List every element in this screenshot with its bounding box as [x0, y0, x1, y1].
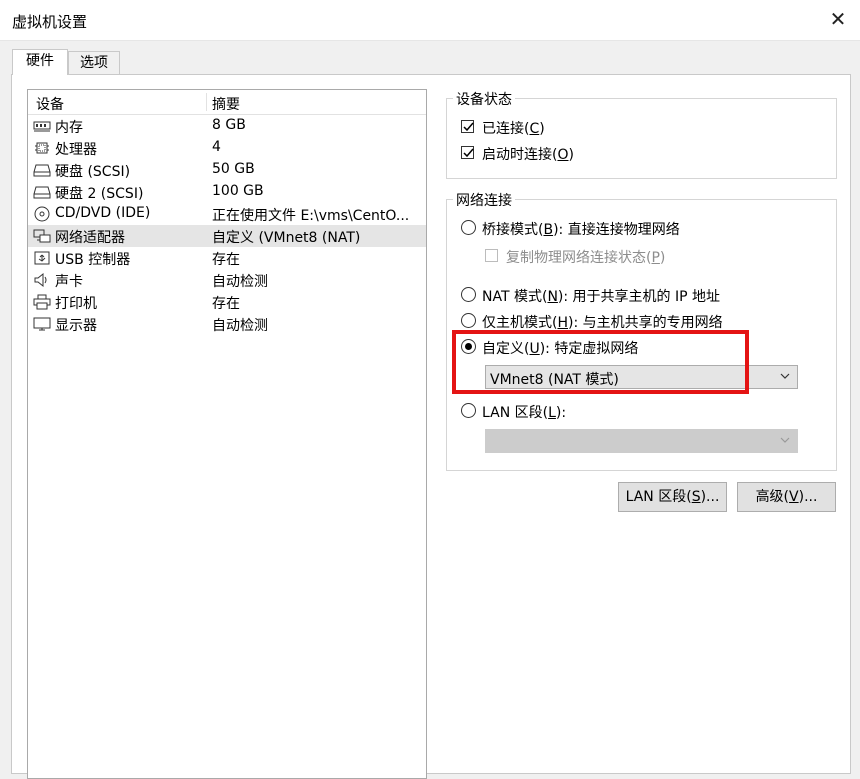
device-name: 处理器 [55, 142, 97, 158]
column-header-summary[interactable]: 摘要 [212, 94, 240, 114]
checkbox-box[interactable] [485, 249, 498, 262]
checkmark-icon [463, 148, 474, 158]
device-name: 显示器 [55, 318, 97, 334]
title-bar: 虚拟机设置 ✕ [0, 0, 860, 41]
checkmark-icon [463, 122, 474, 132]
device-summary: 自动检测 [212, 274, 268, 290]
device-summary: 50 GB [212, 161, 255, 177]
cd-dvd-icon [34, 206, 50, 222]
device-list[interactable]: 设备 摘要 内存 8 GB 处理器 4 硬盘 (SCSI) 50 GB 硬盘 2… [27, 89, 427, 779]
device-row-display[interactable]: 显示器 自动检测 [28, 313, 426, 335]
device-name: 内存 [55, 120, 83, 136]
device-summary: 100 GB [212, 183, 264, 199]
device-name: USB 控制器 [55, 252, 131, 268]
device-summary: 正在使用文件 E:\vms\CentO... [212, 208, 410, 224]
radio-label: LAN 区段(L): [482, 405, 567, 421]
device-status-group: 设备状态 已连接(C) 启动时连接(O) [446, 89, 837, 179]
device-name: 打印机 [55, 296, 97, 312]
lan-segments-button[interactable]: LAN 区段(S)... [618, 482, 727, 512]
device-summary: 8 GB [212, 117, 246, 133]
advanced-button[interactable]: 高级(V)... [737, 482, 836, 512]
column-header-device[interactable]: 设备 [36, 94, 64, 114]
device-name: 声卡 [55, 274, 83, 290]
memory-icon [33, 121, 51, 132]
device-row-network-adapter[interactable]: 网络适配器 自定义 (VMnet8 (NAT) [28, 225, 426, 247]
device-row-printer[interactable]: 打印机 存在 [28, 291, 426, 313]
device-row-sound[interactable]: 声卡 自动检测 [28, 269, 426, 291]
column-separator[interactable] [206, 93, 207, 111]
device-name: 硬盘 2 (SCSI) [55, 186, 144, 202]
device-row-cd-dvd[interactable]: CD/DVD (IDE) 正在使用文件 E:\vms\CentO... [28, 203, 426, 225]
speaker-icon [34, 272, 47, 288]
device-name: CD/DVD (IDE) [55, 205, 151, 221]
harddisk-icon [33, 164, 51, 177]
device-row-harddisk-2[interactable]: 硬盘 2 (SCSI) 100 GB [28, 181, 426, 203]
chevron-down-icon [780, 437, 790, 443]
radio-label: 桥接模式(B): 直接连接物理网络 [482, 222, 680, 238]
checkbox-box[interactable] [461, 120, 474, 133]
radio-circle[interactable] [461, 287, 476, 302]
usb-icon [34, 251, 50, 265]
printer-icon [33, 294, 51, 310]
checkbox-box[interactable] [461, 146, 474, 159]
device-summary: 存在 [212, 252, 240, 268]
radio-circle[interactable] [461, 220, 476, 235]
highlight-box [452, 330, 749, 394]
processor-icon [35, 142, 49, 154]
tab-options[interactable]: 选项 [68, 51, 120, 75]
radio-circle[interactable] [461, 403, 476, 418]
radio-label: NAT 模式(N): 用于共享主机的 IP 地址 [482, 289, 721, 305]
device-summary: 4 [212, 139, 221, 155]
device-row-processor[interactable]: 处理器 4 [28, 137, 426, 159]
tab-hardware[interactable]: 硬件 [12, 49, 68, 75]
device-summary: 自定义 (VMnet8 (NAT) [212, 230, 361, 246]
device-name: 网络适配器 [55, 230, 125, 246]
list-header: 设备 摘要 [28, 90, 426, 115]
close-icon[interactable]: ✕ [828, 9, 848, 29]
radio-circle[interactable] [461, 313, 476, 328]
device-summary: 自动检测 [212, 318, 268, 334]
device-row-memory[interactable]: 内存 8 GB [28, 115, 426, 137]
display-icon [33, 317, 51, 331]
harddisk-icon [33, 186, 51, 199]
device-name: 硬盘 (SCSI) [55, 164, 131, 180]
device-row-usb[interactable]: USB 控制器 存在 [28, 247, 426, 269]
radio-label: 仅主机模式(H): 与主机共享的专用网络 [482, 315, 723, 331]
checkbox-label: 已连接(C) [482, 121, 545, 137]
chevron-down-icon [780, 373, 790, 379]
checkbox-label: 复制物理网络连接状态(P) [506, 250, 666, 266]
device-summary: 存在 [212, 296, 240, 312]
group-title: 网络连接 [453, 190, 515, 210]
window-title: 虚拟机设置 [12, 13, 88, 31]
checkbox-label: 启动时连接(O) [482, 147, 574, 163]
group-title: 设备状态 [453, 89, 515, 109]
device-row-harddisk[interactable]: 硬盘 (SCSI) 50 GB [28, 159, 426, 181]
lan-segment-select[interactable] [485, 429, 798, 453]
network-adapter-icon [33, 229, 51, 243]
